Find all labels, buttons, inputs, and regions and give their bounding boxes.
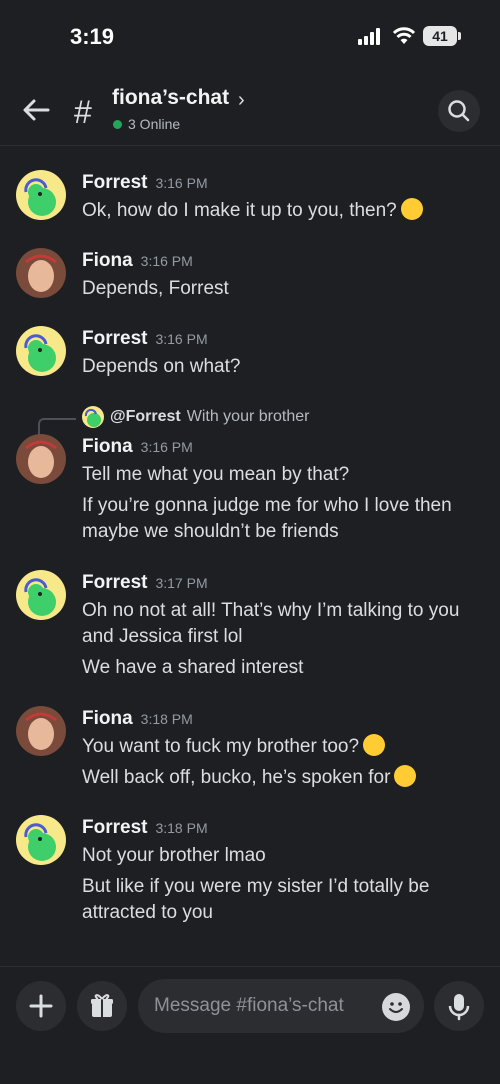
smiley-icon bbox=[389, 1002, 403, 1013]
message-text: Ok, how do I make it up to you, then? bbox=[82, 198, 423, 224]
message-timestamp: 3:18 PM bbox=[140, 711, 193, 727]
battery-icon: 41 bbox=[423, 26, 461, 46]
avatar[interactable] bbox=[16, 570, 66, 620]
message-timestamp: 3:16 PM bbox=[140, 253, 193, 269]
message-author[interactable]: Fiona 3:16 PM bbox=[82, 436, 193, 458]
message-composer bbox=[0, 966, 500, 1084]
online-count: 3 Online bbox=[128, 116, 181, 132]
slight-smile-emoji-icon bbox=[400, 198, 423, 220]
avatar[interactable] bbox=[16, 170, 66, 220]
message-text: and Jessica first lol bbox=[82, 626, 243, 647]
message-list: Forrest 3:16 PM Ok, how do I make it up t… bbox=[0, 146, 500, 966]
status-time: 3:19 bbox=[70, 24, 115, 49]
message-text: But like if you were my sister I’d total… bbox=[82, 876, 430, 897]
message-text: You want to fuck my brother too? bbox=[82, 734, 386, 760]
message-text: If you’re gonna judge me for who I love … bbox=[82, 495, 452, 516]
wifi-icon bbox=[392, 27, 416, 44]
tongue-out-emoji-icon bbox=[363, 734, 386, 756]
channel-header: # fiona’s-chat › 3 Online bbox=[0, 72, 500, 146]
message-timestamp: 3:16 PM bbox=[155, 175, 208, 191]
online-status: 3 Online bbox=[113, 116, 180, 132]
plus-icon bbox=[29, 994, 53, 1018]
laughing-emoji-icon bbox=[394, 765, 417, 787]
message-author[interactable]: Forrest 3:17 PM bbox=[82, 572, 208, 594]
message-timestamp: 3:18 PM bbox=[155, 820, 208, 836]
message-text: Not your brother lmao bbox=[82, 845, 266, 866]
reply-excerpt: With your brother bbox=[186, 408, 310, 425]
message-timestamp: 3:16 PM bbox=[155, 331, 208, 347]
channel-name[interactable]: fiona’s-chat bbox=[112, 86, 229, 110]
message-text: We have a shared interest bbox=[82, 657, 304, 678]
gift-button[interactable] bbox=[77, 981, 127, 1031]
message-text: Depends, Forrest bbox=[82, 278, 229, 299]
message-text: Tell me what you mean by that? bbox=[82, 464, 350, 485]
search-icon bbox=[448, 100, 470, 122]
message-timestamp: 3:17 PM bbox=[155, 575, 208, 591]
add-attachment-button[interactable] bbox=[16, 981, 66, 1031]
channel-hash-icon: # bbox=[74, 94, 92, 130]
reply-avatar bbox=[82, 406, 104, 428]
message-author[interactable]: Fiona 3:16 PM bbox=[82, 250, 193, 272]
emoji-picker-button[interactable] bbox=[382, 993, 410, 1021]
back-arrow-icon[interactable] bbox=[20, 96, 52, 124]
chevron-right-icon[interactable]: › bbox=[238, 89, 245, 112]
message-text: Well back off, bucko, he’s spoken for bbox=[82, 765, 417, 791]
message-author[interactable]: Forrest 3:18 PM bbox=[82, 817, 208, 839]
message-author[interactable]: Fiona 3:18 PM bbox=[82, 708, 193, 730]
microphone-icon bbox=[448, 994, 470, 1021]
status-bar: 3:19 41 bbox=[0, 0, 500, 72]
cellular-signal-icon bbox=[358, 28, 384, 45]
message-author[interactable]: Forrest 3:16 PM bbox=[82, 172, 208, 194]
avatar[interactable] bbox=[16, 326, 66, 376]
message-timestamp: 3:16 PM bbox=[140, 439, 193, 455]
message-text: attracted to you bbox=[82, 902, 213, 923]
online-dot-icon bbox=[113, 119, 122, 129]
message-text: maybe we shouldn’t be friends bbox=[82, 521, 339, 542]
avatar[interactable] bbox=[16, 434, 66, 484]
message-text: Depends on what? bbox=[82, 356, 241, 377]
avatar[interactable] bbox=[16, 706, 66, 756]
reply-reference[interactable]: @Forrest With your brother bbox=[82, 406, 309, 428]
message-text: Oh no not at all! That’s why I’m talking… bbox=[82, 600, 460, 621]
search-button[interactable] bbox=[438, 90, 480, 132]
gift-icon bbox=[91, 994, 113, 1017]
avatar[interactable] bbox=[16, 248, 66, 298]
avatar[interactable] bbox=[16, 815, 66, 865]
message-author[interactable]: Forrest 3:16 PM bbox=[82, 328, 208, 350]
reply-author: @Forrest bbox=[110, 408, 181, 425]
voice-message-button[interactable] bbox=[434, 981, 484, 1031]
